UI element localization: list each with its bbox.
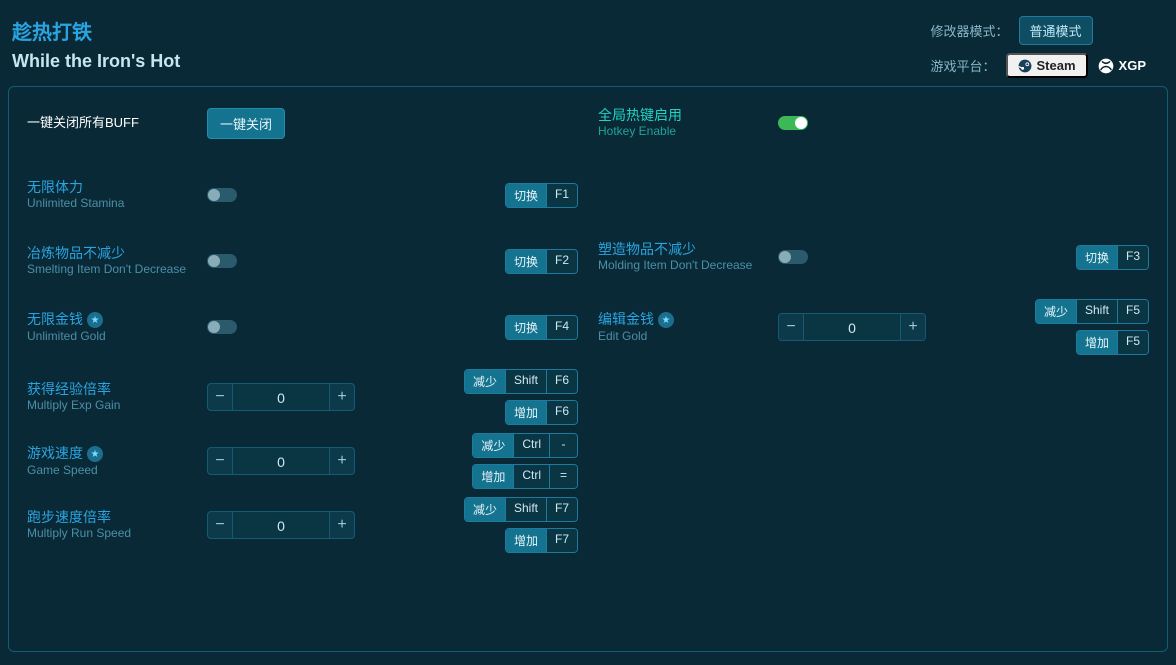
editgold-inc-hotkey[interactable]: 增加F5 xyxy=(1076,330,1149,355)
gamespeed-dec-button[interactable]: − xyxy=(207,447,233,475)
expgain-stepper: − 0 + xyxy=(207,383,355,411)
expgain-inc-button[interactable]: + xyxy=(329,383,355,411)
star-icon: ★ xyxy=(87,312,103,328)
mold-hotkey[interactable]: 切换F3 xyxy=(1076,245,1149,270)
smelt-label-en: Smelting Item Don't Decrease xyxy=(27,262,207,278)
runspeed-inc-hotkey[interactable]: 增加F7 xyxy=(505,528,578,553)
editgold-value[interactable]: 0 xyxy=(804,313,900,341)
star-icon: ★ xyxy=(658,312,674,328)
expgain-dec-button[interactable]: − xyxy=(207,383,233,411)
title-cn: 趁热打铁 xyxy=(12,16,180,45)
expgain-dec-hotkey[interactable]: 减少ShiftF6 xyxy=(464,369,578,394)
expgain-label-cn: 获得经验倍率 xyxy=(27,380,207,398)
editgold-inc-button[interactable]: + xyxy=(900,313,926,341)
hotkey-enable-toggle[interactable] xyxy=(778,116,808,130)
editgold-dec-button[interactable]: − xyxy=(778,313,804,341)
runspeed-label-cn: 跑步速度倍率 xyxy=(27,508,207,526)
runspeed-inc-button[interactable]: + xyxy=(329,511,355,539)
gamespeed-dec-hotkey[interactable]: 减少Ctrl- xyxy=(472,433,578,458)
hotkey-enable-en: Hotkey Enable xyxy=(598,124,778,140)
hotkey-enable-cn: 全局热键启用 xyxy=(598,106,778,124)
stamina-label-cn: 无限体力 xyxy=(27,178,207,196)
stamina-hotkey[interactable]: 切换F1 xyxy=(505,183,578,208)
close-all-label: 一键关闭所有BUFF xyxy=(27,115,139,130)
title-en: While the Iron's Hot xyxy=(12,51,180,72)
smelt-hotkey[interactable]: 切换F2 xyxy=(505,249,578,274)
mold-label-en: Molding Item Don't Decrease xyxy=(598,258,778,274)
editgold-stepper: − 0 + xyxy=(778,313,926,341)
smelt-label-cn: 冶炼物品不减少 xyxy=(27,244,207,262)
runspeed-dec-hotkey[interactable]: 减少ShiftF7 xyxy=(464,497,578,522)
expgain-label-en: Multiply Exp Gain xyxy=(27,398,207,414)
editgold-label-en: Edit Gold xyxy=(598,329,778,345)
mold-toggle[interactable] xyxy=(778,250,808,264)
platform-label: 游戏平台： xyxy=(930,56,995,75)
runspeed-dec-button[interactable]: − xyxy=(207,511,233,539)
mold-label-cn: 塑造物品不减少 xyxy=(598,240,778,258)
editgold-dec-hotkey[interactable]: 减少ShiftF5 xyxy=(1035,299,1149,324)
gamespeed-stepper: − 0 + xyxy=(207,447,355,475)
stamina-toggle[interactable] xyxy=(207,188,237,202)
stamina-label-en: Unlimited Stamina xyxy=(27,196,207,212)
gold-label-cn: 无限金钱 xyxy=(27,311,83,327)
runspeed-label-en: Multiply Run Speed xyxy=(27,526,207,542)
mode-button[interactable]: 普通模式 xyxy=(1019,16,1093,45)
gold-toggle[interactable] xyxy=(207,320,237,334)
gamespeed-value[interactable]: 0 xyxy=(233,447,329,475)
gamespeed-inc-button[interactable]: + xyxy=(329,447,355,475)
editgold-label-cn: 编辑金钱 xyxy=(598,311,654,327)
star-icon: ★ xyxy=(87,446,103,462)
close-all-button[interactable]: 一键关闭 xyxy=(207,108,285,139)
gold-hotkey[interactable]: 切换F4 xyxy=(505,315,578,340)
gamespeed-label-en: Game Speed xyxy=(27,463,207,479)
runspeed-value[interactable]: 0 xyxy=(233,511,329,539)
platform-steam-button[interactable]: Steam xyxy=(1006,53,1088,78)
runspeed-stepper: − 0 + xyxy=(207,511,355,539)
gold-label-en: Unlimited Gold xyxy=(27,329,207,345)
steam-icon xyxy=(1018,59,1032,73)
gamespeed-label-cn: 游戏速度 xyxy=(27,445,83,461)
xbox-icon xyxy=(1098,58,1114,74)
mode-label: 修改器模式： xyxy=(930,21,1008,40)
platform-xgp-button[interactable]: XGP xyxy=(1098,58,1146,74)
expgain-inc-hotkey[interactable]: 增加F6 xyxy=(505,400,578,425)
gamespeed-inc-hotkey[interactable]: 增加Ctrl= xyxy=(472,464,578,489)
smelt-toggle[interactable] xyxy=(207,254,237,268)
expgain-value[interactable]: 0 xyxy=(233,383,329,411)
